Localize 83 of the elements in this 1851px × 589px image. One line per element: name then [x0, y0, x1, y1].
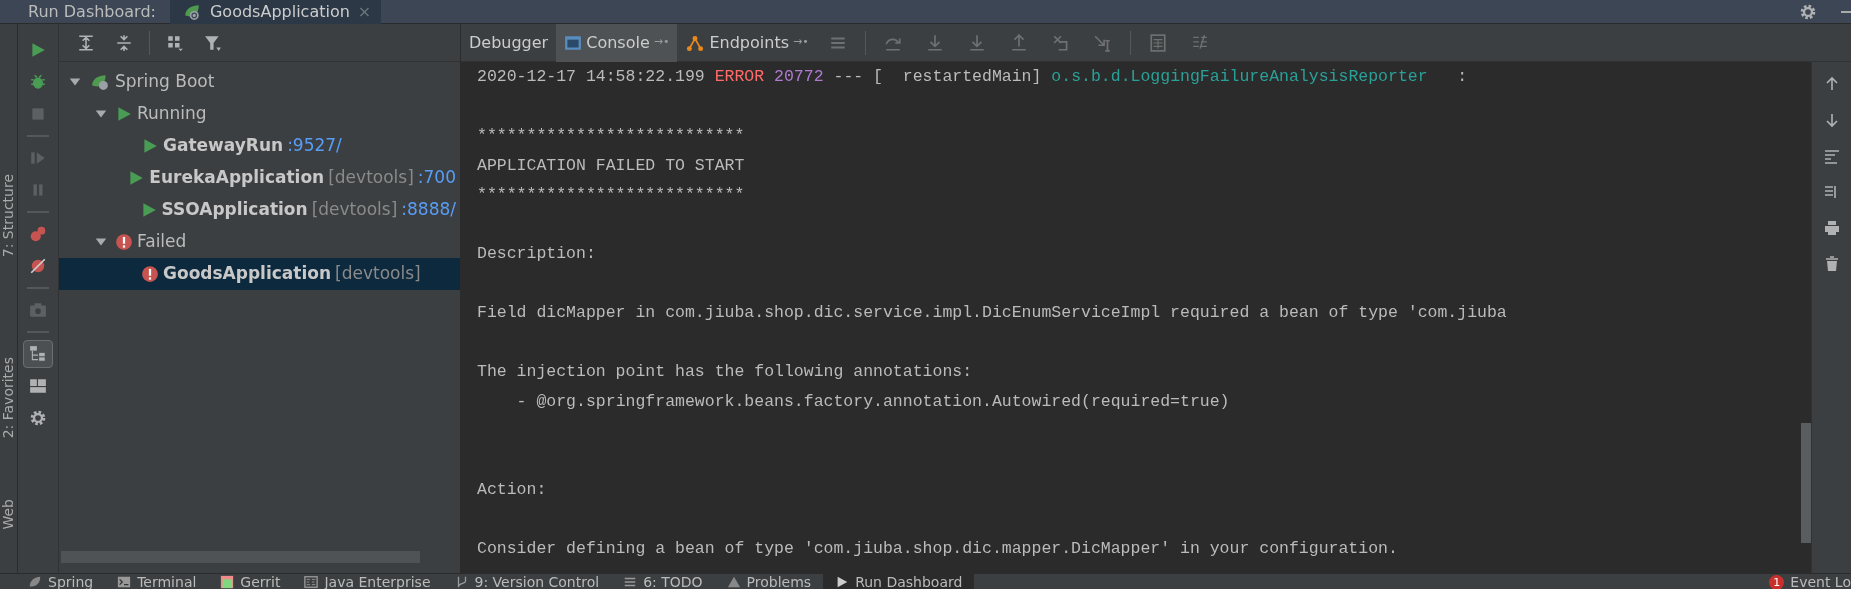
tree-item[interactable]: GatewayRun :9527/	[59, 130, 460, 162]
stop-icon	[29, 105, 47, 123]
tool-window-tab[interactable]: 9: Version Control	[442, 574, 612, 589]
step-into-icon	[967, 33, 986, 52]
camera-icon	[29, 301, 47, 319]
run-to-cursor-icon	[1093, 33, 1112, 52]
console-line: - @org.springframework.beans.factory.annotation.Autowired(required=true)	[515, 390, 1231, 413]
devtools-tag: [devtools]	[328, 165, 414, 191]
side-tab[interactable]: 2: Favorites	[0, 357, 17, 439]
devtools-tag: [devtools]	[335, 261, 421, 287]
settings-icon	[1799, 2, 1817, 21]
run-icon	[141, 137, 159, 155]
port-link[interactable]: :9527/	[287, 133, 342, 159]
port-link[interactable]: :700	[417, 165, 456, 191]
tree-group-icon	[29, 345, 47, 363]
console-line: The injection point has the following annotations:	[477, 361, 974, 383]
console-line: Consider defining a bean of type 'com.jiuba.shop.dic.mapper.DicMapper' in your configuration.	[477, 538, 1399, 560]
tab[interactable]: Endpoints →•	[677, 23, 817, 62]
console-line: Action:	[477, 479, 548, 501]
tree-item[interactable]: Spring Boot	[59, 66, 460, 98]
side-tab[interactable]: Web	[0, 498, 17, 530]
enterprise-icon	[304, 575, 319, 589]
layout-icon	[29, 377, 47, 395]
spring-boot-icon	[89, 73, 111, 91]
resume-icon	[29, 149, 47, 167]
down-arrow-icon	[1823, 112, 1840, 128]
step-into-icon	[925, 33, 944, 52]
tab[interactable]: Console →•	[556, 23, 678, 62]
side-tab[interactable]: 7: Structure	[0, 174, 17, 258]
tool-window-tab[interactable]: Terminal	[105, 574, 209, 589]
warning-icon	[726, 575, 741, 589]
soft-wrap-icon	[1823, 148, 1840, 164]
tree-item[interactable]: Running	[59, 98, 460, 130]
minimize-icon[interactable]	[1841, 10, 1851, 13]
tab[interactable]: GoodsApplication ×	[169, 0, 382, 24]
endpoints-icon	[685, 33, 706, 52]
mute-breakpoints-icon	[29, 257, 47, 275]
scrollbar[interactable]	[1801, 423, 1811, 543]
tab[interactable]: Debugger	[461, 23, 557, 62]
console-line: ***************************	[477, 125, 746, 147]
step-out-icon	[1009, 33, 1028, 52]
tool-window-tab[interactable]: Problems	[714, 574, 824, 589]
run-icon	[115, 105, 133, 123]
tree-item[interactable]: SSOApplication [devtools] :8888/	[59, 194, 460, 226]
event-log-tab[interactable]: 1 Event Lo	[1757, 574, 1851, 589]
tool-window-tab[interactable]: Java Enterprise	[292, 574, 443, 589]
bug-icon	[29, 73, 47, 91]
run-icon	[29, 41, 47, 59]
tool-window-tab[interactable]: Run Dashboard	[823, 574, 975, 589]
tree-item[interactable]: GoodsApplication [devtools]	[59, 258, 460, 290]
tool-window-tab[interactable]: 6: TODO	[611, 574, 715, 589]
console-line: APPLICATION FAILED TO START	[477, 154, 746, 177]
trace-icon	[1190, 33, 1209, 52]
tree-item[interactable]: EurekaApplication [devtools] :700	[59, 162, 460, 194]
print-icon	[1823, 220, 1840, 236]
drop-frame-icon	[1051, 33, 1070, 52]
group-icon	[166, 33, 184, 52]
error-icon	[141, 265, 159, 283]
console-line: Description:	[477, 243, 597, 265]
spring-icon	[28, 575, 42, 589]
console-icon	[564, 33, 583, 52]
console-line: ***************************	[477, 184, 746, 206]
tool-window-tab[interactable]: Gerrit	[208, 574, 293, 589]
tree-item[interactable]: Failed	[59, 226, 460, 258]
calculator-icon	[1148, 33, 1167, 52]
panel-title: Run Dashboard:	[27, 0, 157, 23]
breakpoints-icon	[29, 225, 47, 243]
devtools-tag: [devtools]	[311, 197, 398, 223]
settings-button[interactable]	[1799, 2, 1817, 21]
error-icon	[115, 233, 133, 251]
expand-all-icon	[77, 33, 95, 52]
trash-icon	[1823, 256, 1840, 272]
tree-group-button[interactable]	[23, 340, 53, 368]
log-line: 2020-12-17 14:58:22.199 ERROR 20772 --- [ restartedMain] o.s.b.d.LoggingFailureAnalysisReporter :	[477, 66, 1469, 88]
port-link[interactable]: :8888/	[401, 197, 456, 223]
gerrit-icon	[220, 575, 235, 589]
list-icon	[623, 575, 638, 589]
collapse-all-icon	[115, 33, 133, 52]
tool-window-tab[interactable]: Spring	[16, 574, 106, 589]
notification-count: 1	[1769, 574, 1785, 589]
settings-icon	[29, 409, 47, 427]
console-line: Field dicMapper in com.jiuba.shop.dic.service.impl.DicEnumServiceImpl required a bean of type 'com.jiuba	[477, 302, 1508, 324]
filter-icon	[204, 33, 222, 52]
